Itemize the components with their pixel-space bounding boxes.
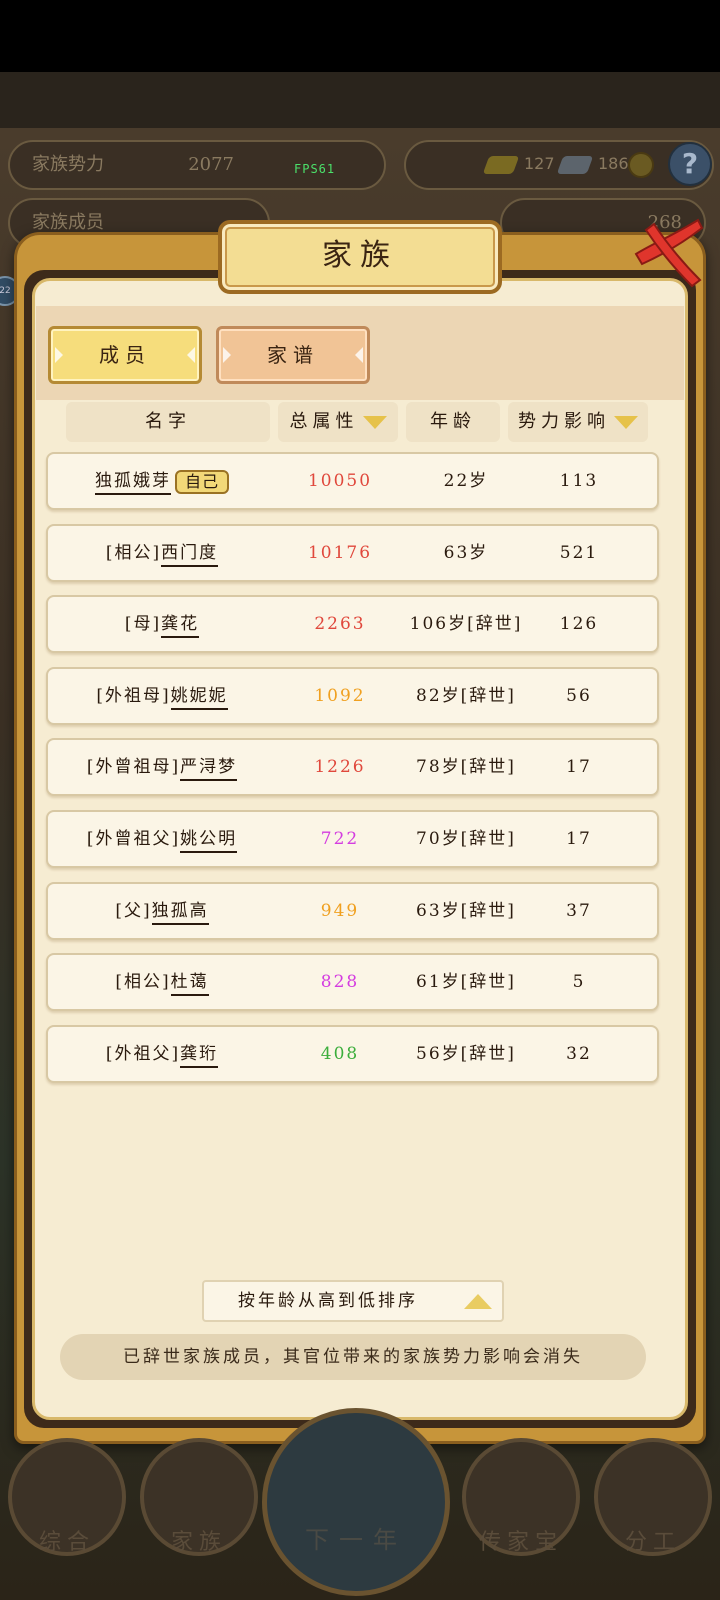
tab-family-tree[interactable]: 家谱 (216, 326, 370, 384)
member-influence: 521 (559, 543, 599, 563)
member-row[interactable]: [母]龚花 2263 106岁[辞世] 126 (46, 595, 659, 653)
column-attr-label: 总属性 (289, 411, 359, 432)
member-name-cell: [外曾祖父]姚公明 (48, 812, 276, 866)
member-name: 龚珩 (180, 1044, 219, 1068)
member-total-attr: 2263 (314, 614, 366, 634)
member-name: 姚妮妮 (170, 686, 228, 710)
close-icon (634, 218, 704, 288)
column-header-name[interactable]: 名字 (66, 402, 270, 442)
member-influence: 37 (566, 901, 592, 921)
member-row[interactable]: 独孤娥芽 自己 10050 22岁 113 (46, 452, 659, 510)
nav-family-label: 家族 (170, 1530, 227, 1555)
fps-counter: FPS61 (294, 162, 336, 176)
member-row[interactable]: [相公]西门度 10176 63岁 521 (46, 524, 659, 582)
silver-ingot-icon (556, 156, 594, 174)
tab-members[interactable]: 成员 (48, 326, 202, 384)
column-name-label: 名字 (145, 411, 191, 432)
dialog-title: 家族 (218, 220, 502, 294)
status-bar (0, 0, 720, 72)
member-name-cell: [相公]西门度 (48, 526, 276, 580)
deceased-notice: 已辞世家族成员，其官位带来的家族势力影响会消失 (60, 1334, 646, 1380)
sort-up-icon (464, 1294, 492, 1309)
member-name: 西门度 (161, 543, 219, 567)
member-relation: [外祖母] (96, 686, 171, 706)
member-total-attr: 949 (320, 901, 360, 921)
member-relation: [父] (115, 901, 152, 921)
close-button[interactable] (628, 214, 708, 290)
member-row[interactable]: [父]独孤高 949 63岁[辞世] 37 (46, 882, 659, 940)
member-relation: [相公] (105, 543, 162, 563)
sort-down-icon (614, 415, 638, 429)
member-name: 独孤高 (151, 901, 209, 925)
column-header-influence[interactable]: 势力影响 (508, 402, 648, 442)
member-influence: 113 (559, 471, 599, 491)
member-relation: [外曾祖母] (86, 757, 181, 777)
clan-power-value: 2077 (188, 154, 234, 175)
member-name: 严浔梦 (180, 757, 238, 781)
member-name: 姚公明 (180, 829, 238, 853)
column-header-attr[interactable]: 总属性 (278, 402, 398, 442)
tab-arrow-left-icon (223, 347, 231, 363)
member-total-attr: 10050 (307, 471, 373, 491)
silver-count: 186 (598, 154, 629, 173)
member-influence: 17 (566, 829, 592, 849)
gold-ingot-icon (482, 156, 520, 174)
member-name: 独孤娥芽 (94, 471, 171, 495)
nav-assignment-label: 分工 (624, 1530, 681, 1555)
member-relation: [母] (124, 614, 162, 634)
member-influence: 17 (566, 757, 592, 777)
member-total-attr: 1226 (314, 757, 366, 777)
member-name-cell: [相公]杜蔼 (48, 955, 276, 1009)
column-influence-label: 势力影响 (518, 411, 610, 432)
sort-by-age-label: 按年龄从高到低排序 (238, 1291, 418, 1311)
help-button[interactable]: ? (668, 142, 712, 186)
tab-family-tree-label: 家谱 (267, 343, 319, 367)
clan-members-label: 家族成员 (32, 212, 104, 233)
tab-arrow-right-icon (187, 347, 195, 363)
column-age-label: 年龄 (430, 411, 476, 432)
member-name: 龚花 (161, 614, 200, 638)
member-influence: 32 (566, 1044, 592, 1064)
self-badge: 自己 (174, 469, 229, 494)
clan-power-label: 家族势力 (32, 154, 104, 175)
member-total-attr: 722 (320, 829, 360, 849)
nav-next-year-label: 下一年 (305, 1526, 407, 1554)
member-row[interactable]: [相公]杜蔼 828 61岁[辞世] 5 (46, 953, 659, 1011)
member-total-attr: 10176 (307, 543, 373, 563)
member-row[interactable]: [外祖母]姚妮妮 1092 82岁[辞世] 56 (46, 667, 659, 725)
gold-count: 127 (524, 154, 555, 173)
member-name-cell: [外祖母]姚妮妮 (48, 669, 276, 723)
nav-heirloom-label: 传家宝 (478, 1530, 563, 1555)
member-name-cell: [外祖父]龚珩 (48, 1027, 276, 1081)
top-strip (0, 72, 720, 128)
member-relation: [相公] (115, 972, 171, 992)
member-total-attr: 828 (320, 972, 360, 992)
tab-members-label: 成员 (99, 343, 151, 367)
member-name-cell: 独孤娥芽 自己 (48, 454, 276, 508)
tab-arrow-right-icon (355, 347, 363, 363)
member-row[interactable]: [外祖父]龚珩 408 56岁[辞世] 32 (46, 1025, 659, 1083)
nav-overview-label: 综合 (38, 1530, 95, 1555)
sort-by-age-button[interactable]: 按年龄从高到低排序 (202, 1280, 504, 1322)
member-name-cell: [母]龚花 (48, 597, 276, 651)
member-influence: 126 (559, 614, 599, 634)
member-name-cell: [外曾祖母]严浔梦 (48, 740, 276, 794)
tab-arrow-left-icon (55, 347, 63, 363)
member-name-cell: [父]独孤高 (48, 884, 276, 938)
member-relation: [外曾祖父] (86, 829, 181, 849)
nav-next-year[interactable] (262, 1408, 450, 1596)
member-name: 杜蔼 (170, 972, 209, 996)
member-influence: 56 (566, 686, 592, 706)
member-relation: [外祖父] (105, 1044, 181, 1064)
member-influence: 5 (572, 972, 586, 992)
member-total-attr: 408 (320, 1044, 360, 1064)
member-total-attr: 1092 (314, 686, 366, 706)
member-row[interactable]: [外曾祖父]姚公明 722 70岁[辞世] 17 (46, 810, 659, 868)
sort-down-icon (362, 415, 387, 429)
column-header-age[interactable]: 年龄 (406, 402, 500, 442)
member-row[interactable]: [外曾祖母]严浔梦 1226 78岁[辞世] 17 (46, 738, 659, 796)
coin-icon (628, 152, 654, 178)
